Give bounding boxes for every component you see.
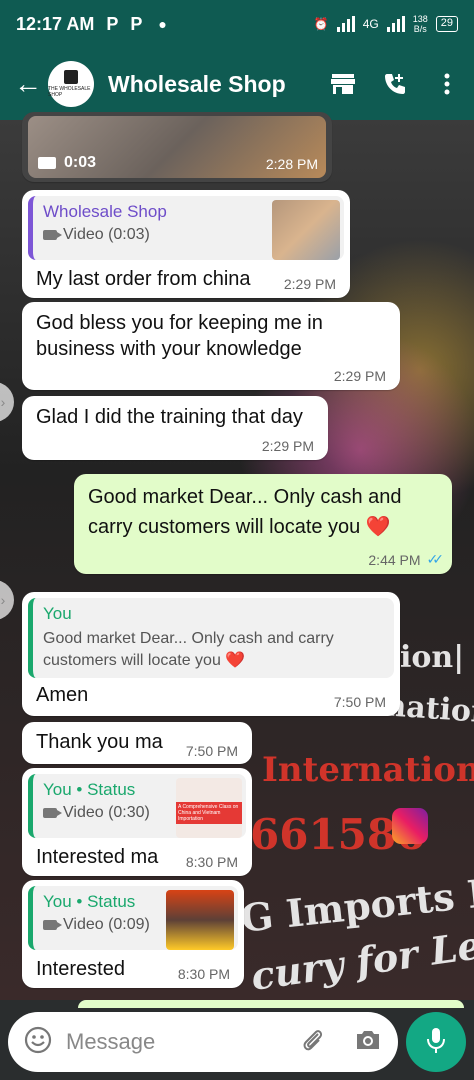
avatar[interactable]: THE WHOLESALE SHOP: [48, 61, 94, 107]
message-time: 2:29 PM: [261, 438, 314, 454]
camera-icon[interactable]: [354, 1028, 382, 1057]
message-input[interactable]: Message: [66, 1029, 300, 1055]
message-time: 2:44 PM: [368, 551, 421, 568]
video-icon: [43, 230, 62, 240]
battery-indicator: 29: [435, 16, 458, 32]
clock: 12:17 AM: [16, 13, 95, 34]
notification-dot-icon: ●: [158, 16, 167, 32]
message-time: 7:50 PM: [185, 743, 238, 759]
partial-message-bubble: [78, 1000, 464, 1008]
message-time: 2:29 PM: [333, 368, 386, 384]
message-text: Glad I did the training that day: [36, 406, 303, 428]
quoted-message[interactable]: Wholesale Shop Video (0:03): [28, 196, 344, 260]
message-time: 7:50 PM: [333, 694, 386, 710]
message-text: Good market Dear... Only cash and carry …: [88, 486, 402, 538]
wallpaper-text: ion| t: [400, 640, 474, 675]
read-ticks-icon: ✓✓: [426, 551, 445, 567]
attach-icon[interactable]: [300, 1026, 326, 1059]
app-badge-1: P: [106, 13, 119, 34]
message-bubble[interactable]: Wholesale Shop Video (0:03) My last orde…: [22, 190, 350, 298]
quoted-status[interactable]: You • Status Video (0:09): [28, 886, 238, 950]
status-thumbnail: [166, 890, 234, 950]
instagram-logo: [392, 808, 428, 844]
message-bubble[interactable]: You • Status Video (0:30) A Comprehensiv…: [22, 768, 252, 876]
message-bubble[interactable]: Thank you ma 7:50 PM: [22, 722, 252, 764]
status-thumbnail: A Comprehensive Class on China and Vietn…: [176, 778, 242, 838]
net-speed-value: 138: [412, 14, 428, 24]
video-camera-icon: [38, 157, 56, 169]
quote-media: Video (0:03): [63, 226, 150, 243]
alarm-icon: ⏰: [313, 17, 329, 31]
wallpaper-text: International pa: [262, 750, 474, 790]
duration-text: 0:03: [64, 154, 97, 171]
outgoing-message-bubble[interactable]: Good market Dear... Only cash and carry …: [74, 474, 452, 574]
thumbnail-caption: A Comprehensive Class on China and Vietn…: [176, 802, 242, 824]
message-time: 2:28 PM: [265, 156, 318, 172]
net-speed: 138 B/s: [413, 14, 428, 34]
network-type: 4G: [362, 17, 379, 31]
voice-record-button[interactable]: [406, 1012, 466, 1072]
signal-icon-2: [386, 16, 405, 32]
status-bar: 12:17 AM P P ● ⏰ 4G 138 B/s 29: [0, 0, 474, 48]
chat-title[interactable]: Wholesale Shop: [108, 71, 330, 98]
message-time: 8:30 PM: [185, 854, 238, 870]
quoted-status[interactable]: You • Status Video (0:30) A Comprehensiv…: [28, 774, 246, 838]
video-icon: [43, 808, 62, 818]
message-bubble[interactable]: Glad I did the training that day 2:29 PM: [22, 396, 328, 460]
message-text: God bless you for keeping me in business…: [36, 312, 323, 360]
shop-bag-icon: [64, 70, 78, 84]
add-call-icon[interactable]: [382, 71, 408, 97]
message-bubble[interactable]: God bless you for keeping me in business…: [22, 302, 400, 390]
app-badge-2: P: [130, 13, 143, 34]
quote-author: You: [43, 604, 72, 623]
quoted-message[interactable]: You Good market Dear... Only cash and ca…: [28, 598, 394, 678]
microphone-icon: [426, 1026, 446, 1059]
message-time: 8:30 PM: [177, 966, 230, 982]
emoji-icon[interactable]: [24, 1026, 52, 1059]
video-message[interactable]: 0:03 2:28 PM: [22, 112, 332, 182]
message-bubble[interactable]: You • Status Video (0:09) Interested 8:3…: [22, 880, 244, 988]
signal-icon: [336, 16, 355, 32]
more-options-icon[interactable]: [434, 71, 460, 97]
video-icon: [43, 920, 62, 930]
net-speed-unit: B/s: [413, 24, 427, 34]
video-duration: 0:03: [38, 154, 96, 172]
quote-media: Video (0:09): [63, 916, 150, 933]
quote-media: Video (0:30): [63, 804, 150, 821]
storefront-icon[interactable]: [330, 71, 356, 97]
message-time: 2:29 PM: [283, 276, 336, 292]
message-composer[interactable]: Message: [8, 1012, 398, 1072]
quote-thumbnail: [272, 200, 340, 260]
chat-header: ← THE WHOLESALE SHOP Wholesale Shop: [0, 48, 474, 120]
avatar-text: THE WHOLESALE SHOP: [48, 86, 91, 98]
message-bubble[interactable]: You Good market Dear... Only cash and ca…: [22, 592, 400, 716]
back-arrow-icon[interactable]: ←: [14, 68, 42, 100]
quote-text: Good market Dear... Only cash and carry …: [43, 630, 334, 669]
